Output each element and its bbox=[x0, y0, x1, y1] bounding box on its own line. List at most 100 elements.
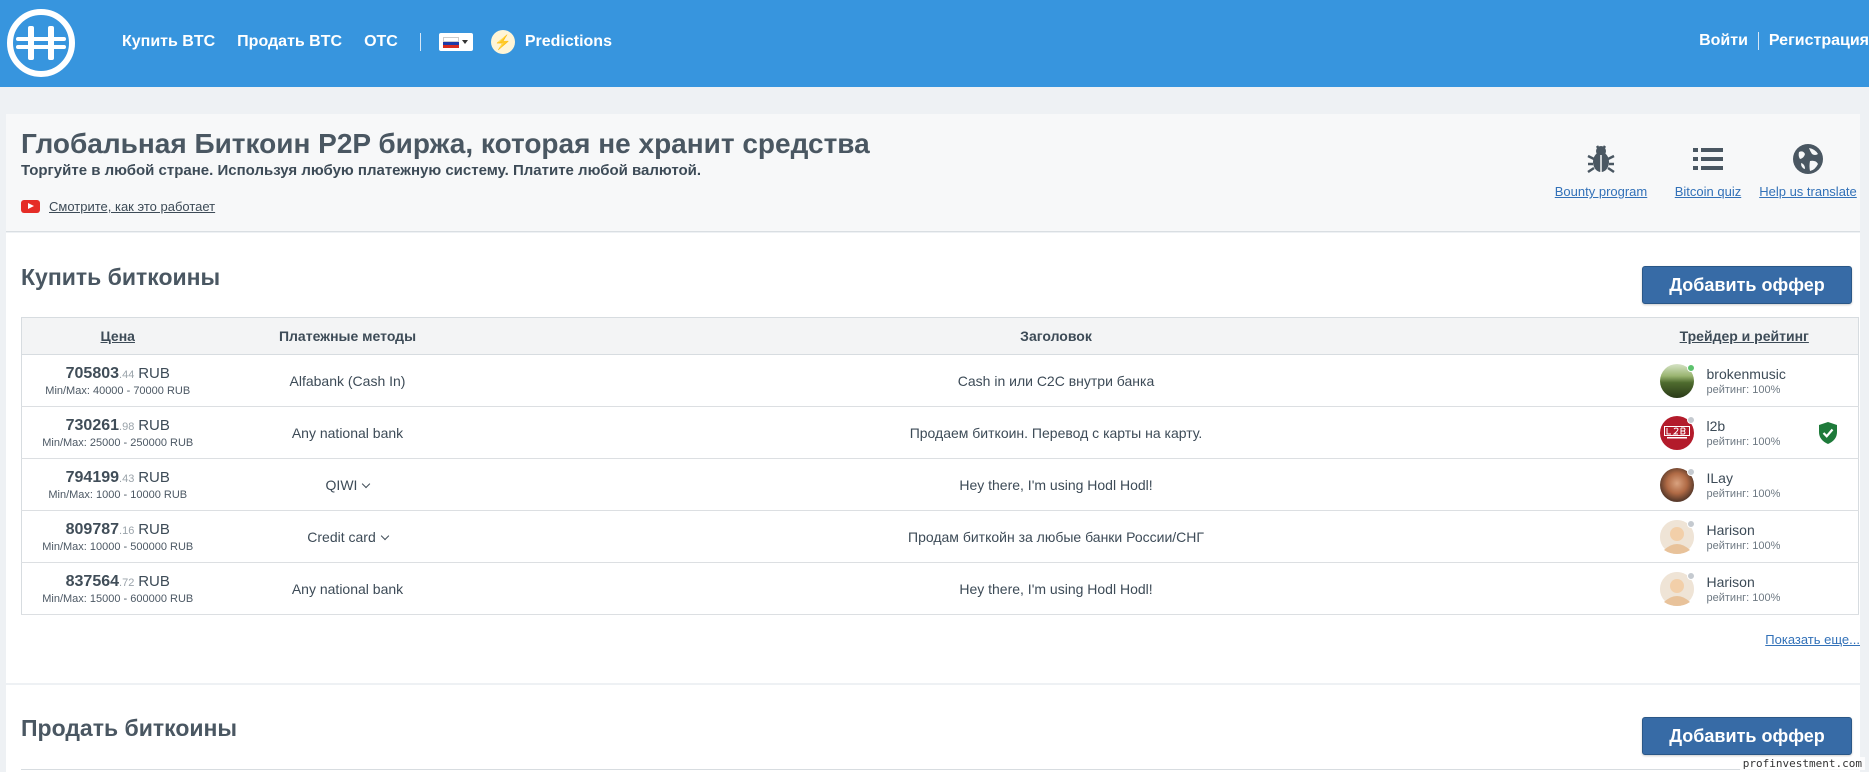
hodlhodl-logo[interactable] bbox=[6, 8, 76, 78]
nav-otc[interactable]: OTC bbox=[364, 33, 398, 51]
payment-method-cell: Any national bank bbox=[214, 407, 482, 459]
table-row[interactable]: 809787.16 RUB Min/Max: 10000 - 500000 RU… bbox=[21, 511, 1859, 563]
add-sell-offer-button[interactable]: Добавить оффер bbox=[1642, 717, 1852, 755]
main-nav: Купить BTC Продать BTC OTC ⚡ Predictions bbox=[122, 30, 634, 54]
offline-status-icon bbox=[1686, 415, 1695, 424]
table-header-row: Цена Платежные методы Заголовок Трейдер … bbox=[21, 317, 1859, 355]
trader-avatar[interactable] bbox=[1659, 519, 1695, 554]
price-currency: RUB bbox=[138, 572, 170, 590]
online-status-icon bbox=[1686, 363, 1695, 372]
column-header-trader-rating[interactable]: Трейдер и рейтинг bbox=[1630, 317, 1859, 355]
trader-rating: рейтинг: 100% bbox=[1706, 435, 1781, 448]
page-subtitle: Торгуйте в любой стране. Используя любую… bbox=[21, 162, 702, 179]
table-row[interactable]: 730261.98 RUB Min/Max: 25000 - 250000 RU… bbox=[21, 407, 1859, 459]
trader-cell[interactable]: brokenmusic рейтинг: 100% bbox=[1631, 355, 1859, 407]
login-link[interactable]: Войти bbox=[1699, 32, 1748, 50]
bitcoin-quiz-link[interactable]: Bitcoin quiz bbox=[1658, 114, 1758, 199]
intro-panel: Глобальная Биткоин P2P биржа, которая не… bbox=[6, 114, 1860, 232]
trader-avatar[interactable] bbox=[1659, 363, 1695, 398]
chevron-down-icon bbox=[461, 40, 468, 44]
min-max-limits: Min/Max: 25000 - 250000 RUB bbox=[42, 436, 194, 449]
register-link[interactable]: Регистрация bbox=[1769, 32, 1869, 50]
youtube-icon bbox=[21, 200, 40, 213]
l2b-logo-icon bbox=[1663, 425, 1690, 438]
table-row[interactable]: 837564.72 RUB Min/Max: 15000 - 600000 RU… bbox=[21, 563, 1859, 615]
trader-avatar[interactable] bbox=[1659, 571, 1695, 606]
price-value: 809787 bbox=[65, 520, 120, 538]
offer-title[interactable]: Продаем биткоин. Перевод с карты на карт… bbox=[482, 407, 1631, 459]
trader-name[interactable]: Harison bbox=[1707, 522, 1781, 538]
trader-cell[interactable]: Harison рейтинг: 100% bbox=[1631, 511, 1859, 563]
bounty-program-link[interactable]: Bounty program bbox=[1546, 114, 1656, 199]
price-currency: RUB bbox=[138, 416, 170, 434]
offer-title[interactable]: Продам биткойн за любые банки России/СНГ bbox=[482, 511, 1631, 563]
trader-name[interactable]: Harison bbox=[1707, 574, 1781, 590]
russia-flag-icon bbox=[442, 36, 459, 48]
buy-section-title: Купить биткоины bbox=[21, 264, 221, 290]
trader-name[interactable]: ILay bbox=[1707, 470, 1781, 486]
trader-avatar[interactable] bbox=[1659, 415, 1695, 450]
offer-title[interactable]: Hey there, I'm using Hodl Hodl! bbox=[482, 459, 1631, 511]
chevron-down-icon[interactable] bbox=[362, 479, 371, 488]
top-navigation-bar: Купить BTC Продать BTC OTC ⚡ Predictions… bbox=[0, 0, 1869, 87]
price-currency: RUB bbox=[138, 364, 170, 382]
table-row[interactable]: 794199.43 RUB Min/Max: 1000 - 10000 RUB … bbox=[21, 459, 1859, 511]
language-selector[interactable] bbox=[438, 33, 473, 51]
column-header-price[interactable]: Цена bbox=[21, 317, 214, 355]
column-header-payment-methods: Платежные методы bbox=[213, 317, 482, 355]
price-currency: RUB bbox=[138, 520, 170, 538]
watermark: profinvestment.com bbox=[1739, 757, 1865, 770]
trader-cell[interactable]: Harison рейтинг: 100% bbox=[1631, 563, 1859, 615]
list-icon bbox=[1693, 148, 1723, 170]
offline-status-icon bbox=[1686, 519, 1695, 528]
price-value: 794199 bbox=[65, 468, 120, 486]
trader-name[interactable]: l2b bbox=[1707, 418, 1781, 434]
how-it-works-link[interactable]: Смотрите, как это работает bbox=[21, 199, 215, 214]
price-cell: 730261.98 RUB Min/Max: 25000 - 250000 RU… bbox=[22, 407, 214, 459]
page-title: Глобальная Биткоин P2P биржа, которая не… bbox=[21, 128, 870, 159]
trader-name[interactable]: brokenmusic bbox=[1707, 366, 1786, 382]
price-cents: .44 bbox=[119, 368, 135, 381]
payment-method: Any national bank bbox=[291, 424, 404, 441]
chevron-down-icon[interactable] bbox=[380, 531, 389, 540]
price-value: 837564 bbox=[65, 572, 120, 590]
auth-links: Войти Регистрация bbox=[1699, 32, 1869, 50]
min-max-limits: Min/Max: 1000 - 10000 RUB bbox=[48, 488, 188, 501]
price-cents: .16 bbox=[119, 524, 135, 537]
trader-rating: рейтинг: 100% bbox=[1706, 383, 1781, 396]
verified-shield-icon bbox=[1819, 422, 1837, 444]
sell-section-title: Продать биткоины bbox=[21, 715, 238, 741]
payment-method-cell: Any national bank bbox=[214, 563, 482, 615]
payment-method: QIWI bbox=[325, 476, 358, 493]
payment-method: Credit card bbox=[307, 528, 376, 545]
offer-title[interactable]: Cash in или C2C внутри банка bbox=[482, 355, 1631, 407]
price-cell: 837564.72 RUB Min/Max: 15000 - 600000 RU… bbox=[22, 563, 214, 615]
add-buy-offer-button[interactable]: Добавить оффер bbox=[1642, 266, 1852, 304]
show-more-link[interactable]: Показать еще... bbox=[1765, 632, 1860, 647]
trader-avatar[interactable] bbox=[1659, 467, 1695, 502]
nav-sell-btc[interactable]: Продать BTC bbox=[237, 33, 342, 51]
trader-cell[interactable]: ILay рейтинг: 100% bbox=[1631, 459, 1859, 511]
help-translate-link[interactable]: Help us translate bbox=[1756, 114, 1860, 199]
auth-divider bbox=[1757, 32, 1759, 50]
nav-predictions[interactable]: Predictions bbox=[525, 33, 612, 51]
how-it-works-label: Смотрите, как это работает bbox=[49, 199, 216, 214]
trader-cell[interactable]: l2b рейтинг: 100% bbox=[1631, 407, 1859, 459]
payment-method: Alfabank (Cash In) bbox=[289, 372, 406, 389]
offer-title[interactable]: Hey there, I'm using Hodl Hodl! bbox=[482, 563, 1631, 615]
offline-status-icon bbox=[1686, 571, 1695, 580]
min-max-limits: Min/Max: 10000 - 500000 RUB bbox=[42, 540, 194, 553]
trader-rating: рейтинг: 100% bbox=[1706, 539, 1781, 552]
price-value: 730261 bbox=[65, 416, 120, 434]
price-cents: .98 bbox=[119, 420, 135, 433]
payment-method-cell[interactable]: QIWI bbox=[214, 459, 482, 511]
nav-buy-btc[interactable]: Купить BTC bbox=[122, 33, 215, 51]
payment-method: Any national bank bbox=[291, 580, 404, 597]
buy-section: Купить биткоины Добавить оффер Цена Плат… bbox=[6, 233, 1860, 683]
nav-divider bbox=[419, 33, 421, 51]
globe-icon bbox=[1793, 144, 1823, 174]
table-row[interactable]: 705803.44 RUB Min/Max: 40000 - 70000 RUB… bbox=[21, 355, 1859, 407]
trader-rating: рейтинг: 100% bbox=[1706, 487, 1781, 500]
trader-rating: рейтинг: 100% bbox=[1706, 591, 1781, 604]
payment-method-cell[interactable]: Credit card bbox=[214, 511, 482, 563]
